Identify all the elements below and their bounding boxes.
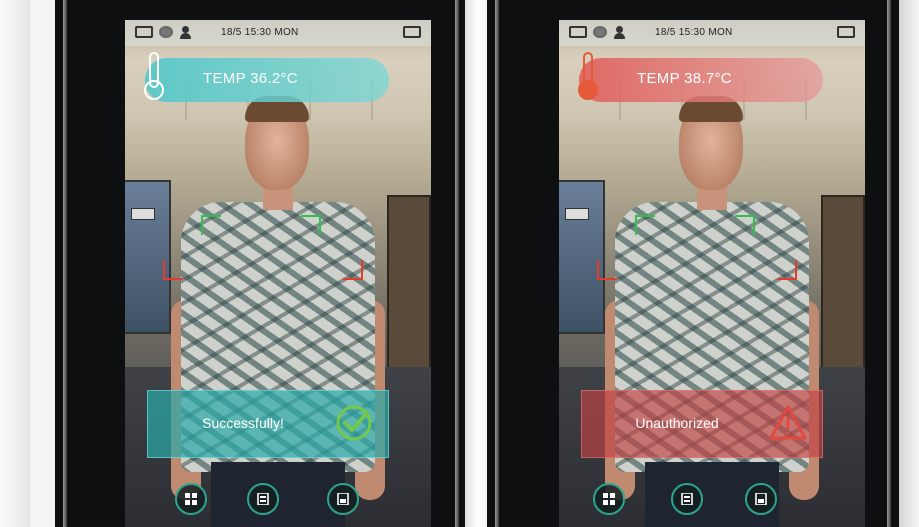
thermometer-icon [143, 52, 165, 100]
card-icon [569, 26, 587, 38]
face-recognition-terminal-right: 18/5 15:30 MON TEMP 38.7°C Unauthorized [487, 0, 899, 527]
face-bracket-top-left [201, 215, 221, 235]
id-card-icon [257, 493, 269, 505]
exit-sign [131, 208, 155, 220]
face-bracket-top-left [635, 215, 655, 235]
body-bracket-left [163, 260, 183, 280]
menu-button[interactable] [175, 483, 207, 515]
bezel-edge [63, 0, 67, 527]
body-bracket-right [777, 260, 797, 280]
network-icon [593, 26, 607, 38]
document-button[interactable] [745, 483, 777, 515]
id-card-icon [681, 493, 693, 505]
id-card-button[interactable] [671, 483, 703, 515]
grid-icon [185, 493, 197, 505]
temperature-reading: TEMP 38.7°C [637, 70, 732, 87]
display-icon[interactable] [403, 26, 421, 38]
temperature-banner: TEMP 38.7°C [578, 52, 823, 102]
document-button[interactable] [327, 483, 359, 515]
document-icon [337, 493, 349, 505]
status-datetime: 18/5 15:30 MON [221, 27, 299, 38]
status-datetime: 18/5 15:30 MON [655, 27, 733, 38]
network-icon [159, 26, 173, 38]
bezel-edge [455, 0, 459, 527]
user-icon [613, 26, 627, 39]
face-bracket-top-right [301, 215, 321, 235]
grid-icon [603, 493, 615, 505]
result-box-success: Successfully! [147, 390, 389, 458]
check-circle-icon [336, 405, 372, 441]
document-icon [755, 493, 767, 505]
body-bracket-right [343, 260, 363, 280]
menu-button[interactable] [593, 483, 625, 515]
status-bar: 18/5 15:30 MON [559, 20, 865, 46]
result-message: Unauthorized [635, 415, 719, 431]
status-bar: 18/5 15:30 MON [125, 20, 431, 46]
result-box-unauthorized: Unauthorized [581, 390, 823, 458]
terminal-screen: 18/5 15:30 MON TEMP 36.2°C Successfully! [125, 20, 431, 527]
face-bracket-top-right [735, 215, 755, 235]
result-message: Successfully! [202, 415, 284, 431]
bezel-edge [495, 0, 499, 527]
user-icon [179, 26, 193, 39]
terminal-screen: 18/5 15:30 MON TEMP 38.7°C Unauthorized [559, 20, 865, 527]
temperature-banner: TEMP 36.2°C [144, 52, 389, 102]
background-wall-left [0, 0, 30, 527]
person-camera-feed [597, 90, 827, 527]
display-icon[interactable] [837, 26, 855, 38]
person-camera-feed [163, 90, 393, 527]
card-icon [135, 26, 153, 38]
warning-triangle-icon [769, 405, 807, 440]
exit-sign [565, 208, 589, 220]
temperature-reading: TEMP 36.2°C [203, 70, 298, 87]
thermometer-icon [577, 52, 599, 100]
body-bracket-left [597, 260, 617, 280]
bezel-edge [887, 0, 891, 527]
face-recognition-terminal-left: 18/5 15:30 MON TEMP 36.2°C Successfully! [55, 0, 465, 527]
id-card-button[interactable] [247, 483, 279, 515]
